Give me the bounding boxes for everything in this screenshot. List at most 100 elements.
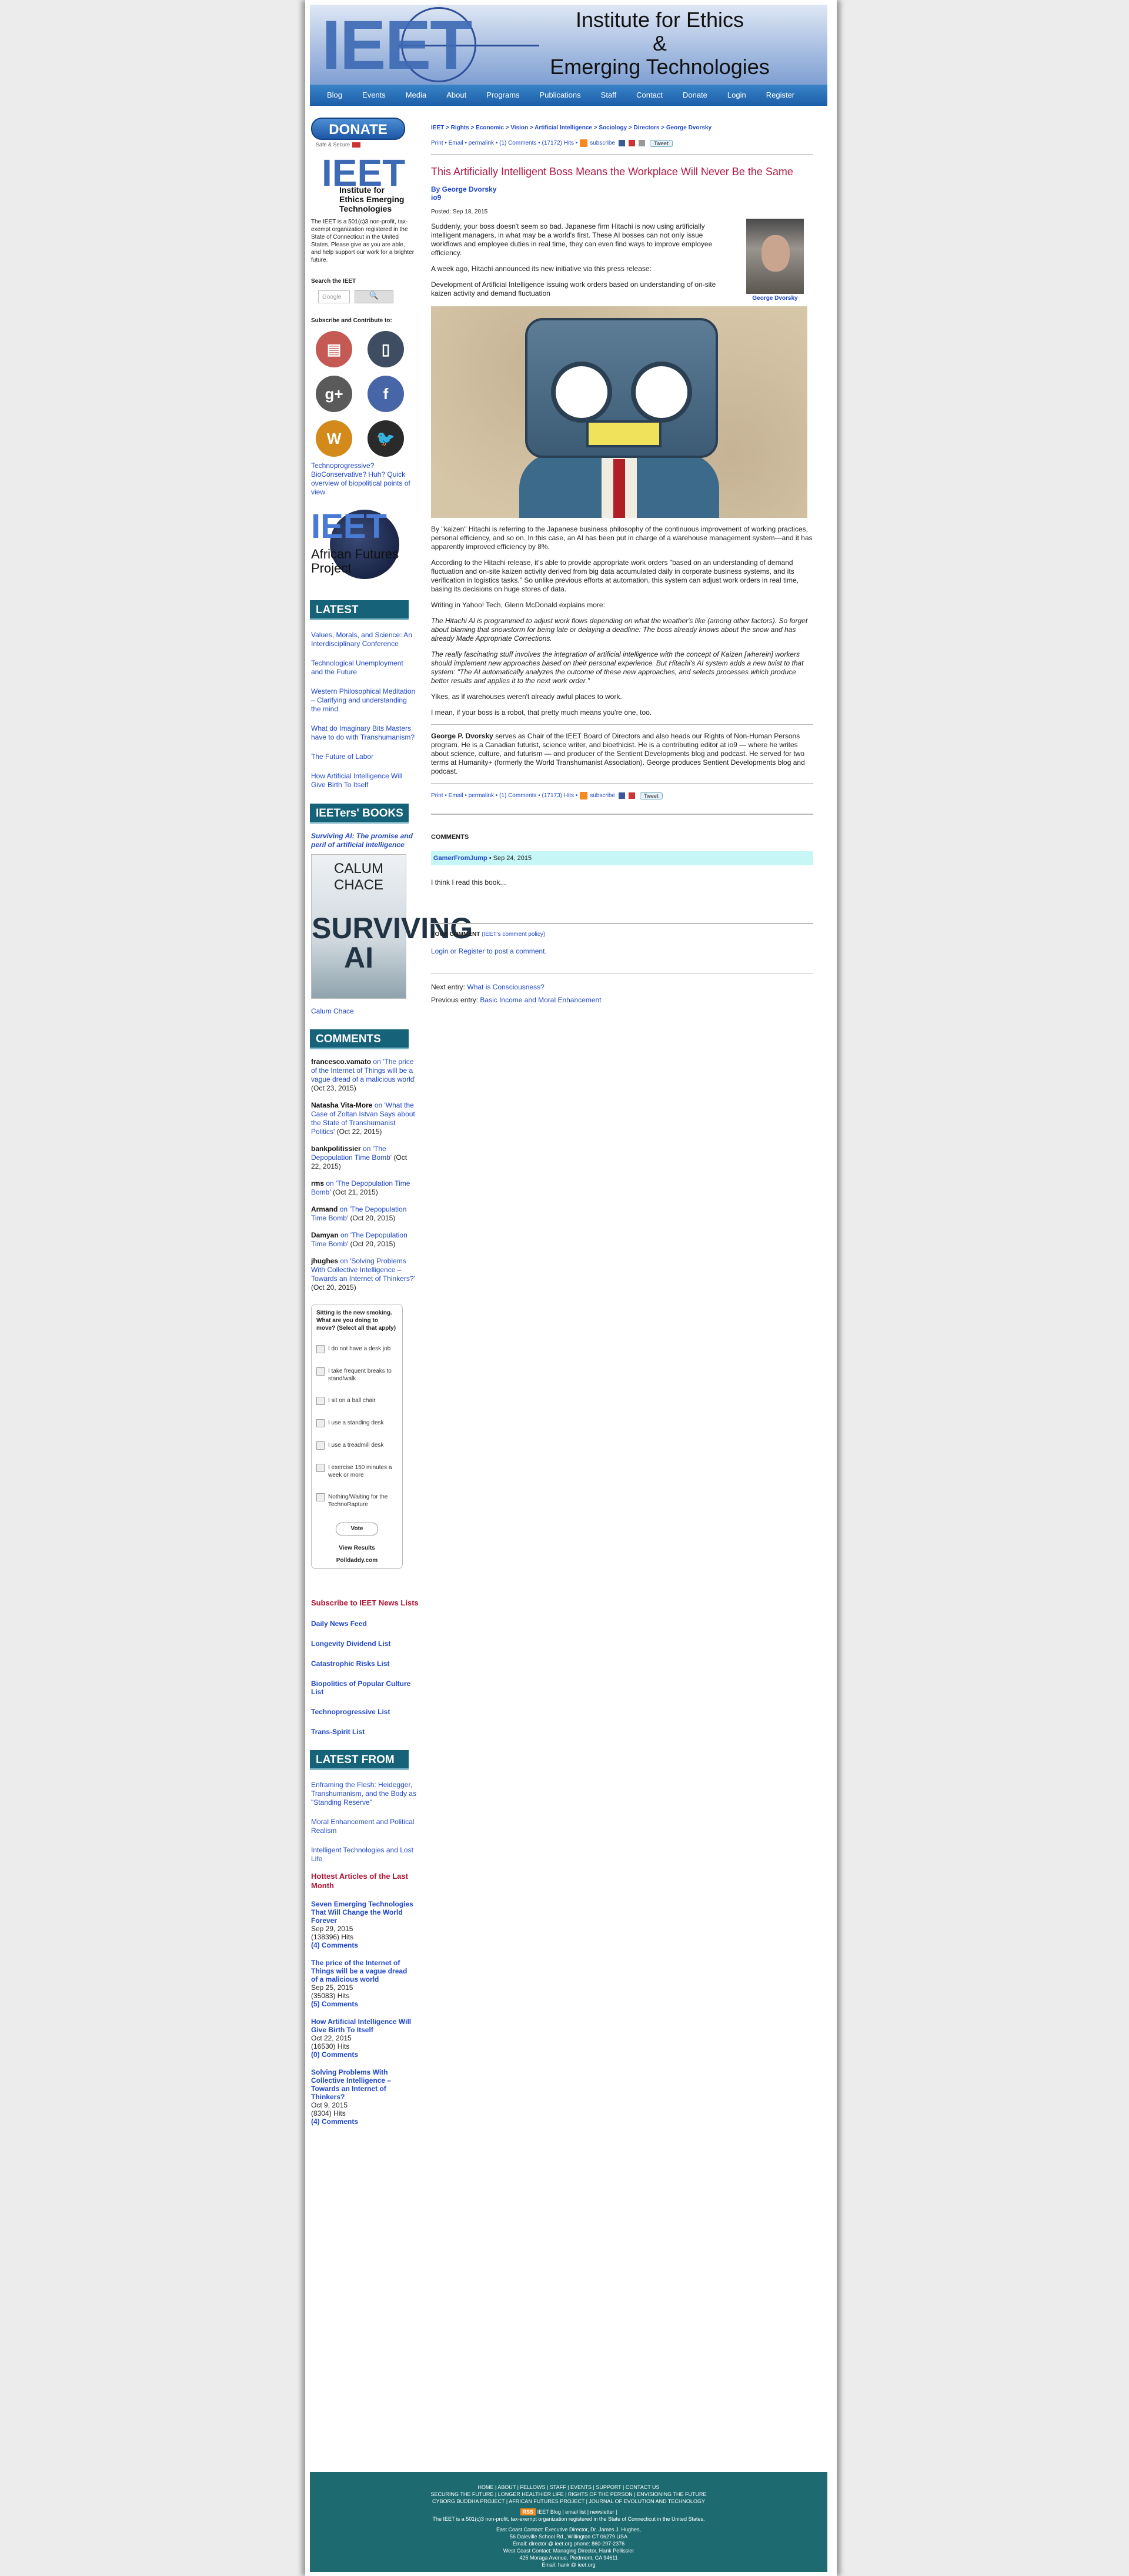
hottest-title-link[interactable]: Solving Problems With Collective Intelli… (311, 2068, 391, 2101)
login-prompt[interactable]: Login or Register to post a comment. (431, 947, 813, 955)
latest-link[interactable]: Western Philosophical Meditation – Clari… (311, 687, 417, 714)
subscribe-link[interactable]: subscribe (590, 792, 615, 799)
techno-overview-link[interactable]: Technoprogressive? BioConservative? Huh?… (311, 461, 418, 497)
facebook-icon[interactable]: f (368, 376, 404, 413)
share-facebook-icon[interactable] (619, 792, 626, 799)
nav-item-blog[interactable]: Blog (317, 85, 352, 106)
nav-item-donate[interactable]: Donate (673, 85, 717, 106)
article-quote: The Hitachi AI is programmed to adjust w… (431, 617, 808, 643)
nav-item-about[interactable]: About (436, 85, 476, 106)
nav-item-contact[interactable]: Contact (626, 85, 673, 106)
news-list-link[interactable]: Catastrophic Risks List (311, 1660, 420, 1668)
article-tools-links[interactable]: Print • Email • permalink • (1) Comments… (431, 792, 577, 799)
nav-item-events[interactable]: Events (352, 85, 396, 106)
book-caption-link[interactable]: Surviving AI: The promise and peril of a… (311, 832, 420, 849)
book-cover[interactable]: CALUM CHACE SURVIVING AI (311, 854, 473, 999)
rss-icon[interactable] (580, 139, 588, 147)
nav-item-register[interactable]: Register (756, 85, 804, 106)
nav-item-login[interactable]: Login (717, 85, 756, 106)
comment-author-link[interactable]: GamerFromJump (433, 855, 487, 862)
news-list-link[interactable]: Technoprogressive List (311, 1708, 420, 1716)
nav-item-staff[interactable]: Staff (591, 85, 627, 106)
poll-checkbox[interactable] (316, 1345, 325, 1354)
search-input[interactable]: Google (318, 290, 350, 304)
article-tools-links[interactable]: Print • Email • permalink • (1) Comments… (431, 140, 577, 146)
ieet-mini-logo[interactable]: IEET Institute for Ethics Emerging Techn… (322, 152, 410, 213)
book-author-link[interactable]: Calum Chace (311, 1007, 420, 1015)
hottest-item: How Artificial Intelligence Will Give Bi… (311, 2018, 416, 2059)
breadcrumb[interactable]: IEET > Rights > Economic > Vision > Arti… (431, 125, 813, 131)
poll-checkbox[interactable] (316, 1397, 325, 1406)
news-list-link[interactable]: Biopolitics of Popular Culture List (311, 1680, 420, 1696)
site-banner[interactable]: IEET Institute for Ethics & Emerging Tec… (310, 5, 827, 85)
document-icon[interactable]: ▯ (368, 331, 404, 368)
nav-item-publications[interactable]: Publications (530, 85, 591, 106)
poll-checkbox[interactable] (316, 1493, 325, 1502)
hottest-comments-link[interactable]: (5) Comments (311, 2000, 358, 2008)
footer-feeds[interactable]: IEET Blog | email list | newsletter | (537, 2509, 617, 2515)
poll-option[interactable]: I take frequent breaks to stand/walk (316, 1367, 398, 1383)
share-google-icon[interactable] (629, 140, 636, 146)
latest-link[interactable]: What do Imaginary Bits Masters have to d… (311, 724, 417, 742)
article-paragraph-link[interactable]: Development of Artificial Intelligence i… (431, 280, 731, 298)
news-list-link[interactable]: Longevity Dividend List (311, 1640, 420, 1648)
latest-link[interactable]: Values, Morals, and Science: An Interdis… (311, 631, 417, 648)
footer-projects[interactable]: CYBORG BUDDHA PROJECT | AFRICAN FUTURES … (310, 2498, 827, 2505)
jet-link[interactable]: Intelligent Technologies and Lost Life (311, 1846, 417, 1864)
news-list-link[interactable]: Daily News Feed (311, 1620, 420, 1628)
subscribe-link[interactable]: subscribe (590, 140, 615, 146)
jet-link[interactable]: Moral Enhancement and Political Realism (311, 1818, 417, 1835)
next-entry-link[interactable]: What is Consciousness? (467, 983, 544, 991)
nav-item-programs[interactable]: Programs (476, 85, 529, 106)
previous-entry-link[interactable]: Basic Income and Moral Enhancement (480, 996, 601, 1004)
poll-option[interactable]: I use a treadmill desk (316, 1441, 398, 1450)
hottest-title-link[interactable]: Seven Emerging Technologies That Will Ch… (311, 1900, 413, 1925)
hottest-title-link[interactable]: The price of the Internet of Things will… (311, 1959, 407, 1983)
comment-policy-link[interactable]: (IEET's comment policy) (482, 931, 545, 938)
poll-checkbox[interactable] (316, 1419, 325, 1428)
footer-nav[interactable]: HOME | ABOUT | FELLOWS | STAFF | EVENTS … (310, 2484, 827, 2491)
polldaddy-link[interactable]: Polldaddy.com (316, 1557, 398, 1564)
vote-button[interactable]: Vote (336, 1523, 378, 1536)
poll-option[interactable]: Nothing/Waiting for the TechnoRapture (316, 1493, 398, 1508)
latest-link[interactable]: The Future of Labor (311, 752, 417, 761)
poll-option[interactable]: I use a standing desk (316, 1419, 398, 1428)
footer-west-address: 425 Moraga Avenue, Piedmont, CA 94611 (519, 2555, 618, 2561)
donate-button[interactable]: DONATE (311, 118, 405, 140)
tweet-button[interactable]: Tweet (640, 792, 663, 799)
rss-icon[interactable] (580, 792, 588, 800)
hottest-title-link[interactable]: How Artificial Intelligence Will Give Bi… (311, 2018, 411, 2034)
google-plus-icon[interactable]: g+ (316, 376, 352, 413)
newsletter-icon[interactable]: ▤ (316, 331, 352, 368)
poll-option[interactable]: I do not have a desk job (316, 1345, 398, 1354)
commenter-name: Damyan (311, 1231, 339, 1240)
poll-checkbox[interactable] (316, 1367, 325, 1376)
latest-link[interactable]: Technological Unemployment and the Futur… (311, 659, 417, 677)
jet-link[interactable]: Enframing the Flesh: Heidegger, Transhum… (311, 1781, 417, 1807)
wordpress-icon[interactable]: W (316, 420, 352, 457)
author-photo-caption[interactable]: George Dvorsky (746, 295, 804, 302)
hottest-comments-link[interactable]: (4) Comments (311, 2117, 358, 2126)
poll-option[interactable]: I exercise 150 minutes a week or more (316, 1464, 398, 1479)
latest-link[interactable]: How Artificial Intelligence Will Give Bi… (311, 772, 417, 789)
african-futures-project-logo[interactable]: IEET African Futures Project (310, 510, 410, 586)
view-results-link[interactable]: View Results (316, 1545, 398, 1551)
article-author[interactable]: By George Dvorsky io9 (431, 185, 813, 202)
poll-option[interactable]: I sit on a ball chair (316, 1397, 398, 1406)
news-list-link[interactable]: Trans-Spirit List (311, 1728, 420, 1736)
share-google-icon[interactable] (629, 792, 636, 799)
hottest-comments-link[interactable]: (4) Comments (311, 1941, 358, 1949)
hottest-comments-link[interactable]: (0) Comments (311, 2050, 358, 2059)
page-container: IEET Institute for Ethics & Emerging Tec… (305, 0, 837, 2576)
nav-item-media[interactable]: Media (396, 85, 436, 106)
poll-checkbox[interactable] (316, 1464, 325, 1473)
share-email-icon[interactable] (639, 140, 646, 146)
share-facebook-icon[interactable] (619, 140, 626, 146)
footer-programs[interactable]: SECURING THE FUTURE | LONGER HEALTHIER L… (310, 2491, 827, 2498)
tweet-button[interactable]: Tweet (650, 139, 673, 147)
search-button[interactable]: 🔍 (355, 290, 393, 304)
twitter-icon[interactable]: 🐦 (368, 420, 404, 457)
author-photo[interactable]: George Dvorsky (746, 219, 804, 302)
poll-checkbox[interactable] (316, 1441, 325, 1450)
footer-rss-icon[interactable]: RSS (520, 2508, 536, 2515)
